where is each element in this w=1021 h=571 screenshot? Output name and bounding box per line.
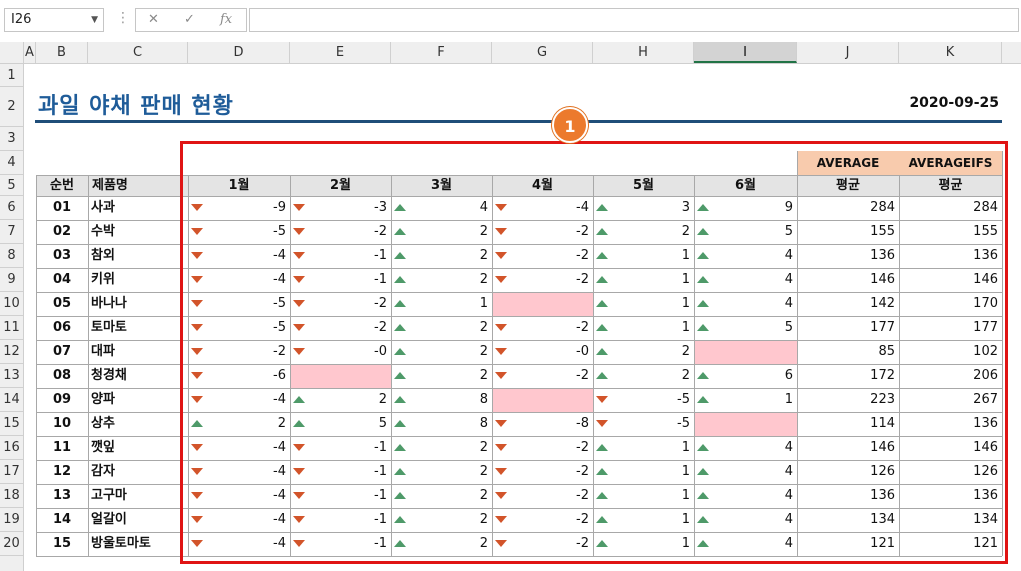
function-icon[interactable]: fx — [220, 12, 232, 27]
column-header-e[interactable]: E — [290, 42, 391, 63]
row-header-12[interactable]: 12 — [0, 340, 23, 364]
product-name[interactable]: 토마토 — [88, 316, 188, 340]
sheet-title: 과일 야채 판매 현황 — [38, 94, 234, 119]
product-name[interactable]: 감자 — [88, 460, 188, 484]
column-header-i[interactable]: I — [694, 42, 797, 63]
row-number[interactable]: 05 — [36, 292, 88, 316]
cancel-icon[interactable]: ✕ — [148, 12, 159, 27]
more-options-icon[interactable]: ⋮ — [116, 10, 130, 26]
highlight-frame — [180, 141, 1008, 564]
product-name[interactable]: 방울토마토 — [88, 532, 188, 556]
row-number[interactable]: 06 — [36, 316, 88, 340]
column-header-d[interactable]: D — [188, 42, 290, 63]
row-header-4[interactable]: 4 — [0, 151, 23, 175]
row-number[interactable]: 09 — [36, 388, 88, 412]
name-box[interactable]: I26 ▼ — [4, 8, 104, 32]
column-header-c[interactable]: C — [88, 42, 188, 63]
title-underline — [35, 120, 1002, 123]
row-header-bar: 1 2 3 4 5 6 7 8 9 10 11 12 13 14 15 16 17 18 19 20 — [0, 64, 24, 571]
row-number[interactable]: 15 — [36, 532, 88, 556]
column-header-a[interactable]: A — [24, 42, 36, 63]
product-name[interactable]: 대파 — [88, 340, 188, 364]
product-name[interactable]: 사과 — [88, 196, 188, 220]
product-name[interactable]: 청경채 — [88, 364, 188, 388]
product-name[interactable]: 수박 — [88, 220, 188, 244]
row-number[interactable]: 07 — [36, 340, 88, 364]
formula-buttons: ✕ ✓ fx — [135, 8, 247, 32]
column-header-b[interactable]: B — [36, 42, 88, 63]
column-header-g[interactable]: G — [492, 42, 593, 63]
product-name[interactable]: 바나나 — [88, 292, 188, 316]
column-header-k[interactable]: K — [899, 42, 1002, 63]
row-header-11[interactable]: 11 — [0, 316, 23, 340]
row-number[interactable]: 08 — [36, 364, 88, 388]
row-number[interactable]: 04 — [36, 268, 88, 292]
row-number[interactable]: 11 — [36, 436, 88, 460]
column-header-j[interactable]: J — [797, 42, 899, 63]
report-date: 2020-09-25 — [909, 95, 999, 111]
row-header-9[interactable]: 9 — [0, 268, 23, 292]
grid-col-line — [88, 175, 89, 556]
row-number[interactable]: 01 — [36, 196, 88, 220]
select-all-corner[interactable] — [0, 42, 24, 63]
formula-bar: I26 ▼ ⋮ ✕ ✓ fx — [0, 0, 1021, 43]
enter-icon[interactable]: ✓ — [184, 12, 195, 27]
column-header-bar: ABCDEFGHIJK — [0, 42, 1021, 64]
row-header-19[interactable]: 19 — [0, 508, 23, 532]
product-name[interactable]: 양파 — [88, 388, 188, 412]
product-name[interactable]: 참외 — [88, 244, 188, 268]
row-header-17[interactable]: 17 — [0, 460, 23, 484]
product-name[interactable]: 얼갈이 — [88, 508, 188, 532]
row-header-14[interactable]: 14 — [0, 388, 23, 412]
product-name[interactable]: 고구마 — [88, 484, 188, 508]
row-number[interactable]: 12 — [36, 460, 88, 484]
row-number[interactable]: 03 — [36, 244, 88, 268]
row-header-20[interactable]: 20 — [0, 532, 23, 556]
row-number[interactable]: 13 — [36, 484, 88, 508]
product-name[interactable]: 키위 — [88, 268, 188, 292]
product-name[interactable]: 깻잎 — [88, 436, 188, 460]
product-name[interactable]: 상추 — [88, 412, 188, 436]
row-header-6[interactable]: 6 — [0, 196, 23, 220]
row-number[interactable]: 10 — [36, 412, 88, 436]
row-header-3[interactable]: 3 — [0, 127, 23, 151]
table-header[interactable]: 제품명 — [88, 175, 188, 196]
row-header-15[interactable]: 15 — [0, 412, 23, 436]
row-header-1[interactable]: 1 — [0, 64, 23, 87]
column-header-f[interactable]: F — [391, 42, 492, 63]
chevron-down-icon[interactable]: ▼ — [91, 9, 98, 31]
step-badge: 1 — [552, 107, 588, 143]
row-header-16[interactable]: 16 — [0, 436, 23, 460]
row-header-7[interactable]: 7 — [0, 220, 23, 244]
row-header-8[interactable]: 8 — [0, 244, 23, 268]
row-header-18[interactable]: 18 — [0, 484, 23, 508]
row-header-10[interactable]: 10 — [0, 292, 23, 316]
row-header-13[interactable]: 13 — [0, 364, 23, 388]
row-header-2[interactable]: 2 — [0, 87, 23, 127]
row-number[interactable]: 14 — [36, 508, 88, 532]
column-header-h[interactable]: H — [593, 42, 694, 63]
formula-input[interactable] — [249, 8, 1019, 32]
row-number[interactable]: 02 — [36, 220, 88, 244]
grid-col-line — [36, 175, 37, 556]
row-header-5[interactable]: 5 — [0, 175, 23, 196]
table-header[interactable]: 순번 — [36, 175, 88, 196]
